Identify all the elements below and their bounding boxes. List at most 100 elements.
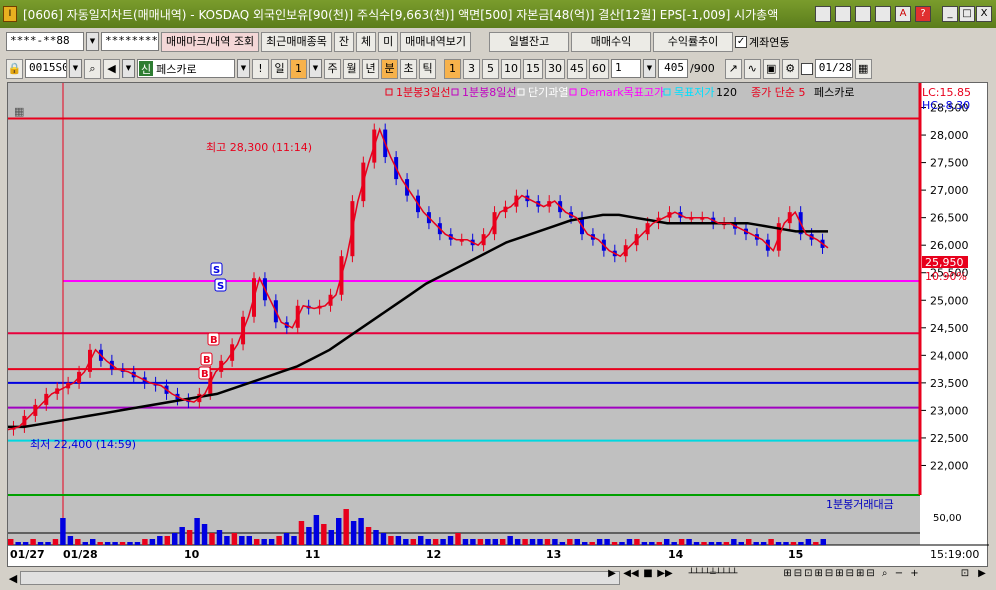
volume-bar (604, 539, 610, 545)
search-icon[interactable]: ⌕ (84, 58, 101, 79)
trade-profit-button[interactable]: 매매수익 (571, 31, 652, 52)
volume-bar (596, 539, 603, 545)
volume-bar (358, 518, 364, 545)
help-icon[interactable]: ? (915, 6, 931, 22)
toolbar-icon-2[interactable] (835, 6, 851, 22)
font-icon[interactable]: A (895, 6, 911, 22)
restore-view-icon[interactable]: ⊡ (958, 567, 972, 583)
account-link-checkbox[interactable]: ✓ 계좌연동 (735, 34, 790, 50)
speaker-dropdown-icon[interactable]: ▼ (122, 59, 135, 78)
y-tick-label: 24,000 (930, 349, 969, 362)
day-count-dropdown-icon[interactable]: ▼ (309, 59, 322, 78)
date-field[interactable]: 01/28 (814, 59, 853, 78)
trade-history-button[interactable]: 매매내역보기 (400, 31, 472, 52)
maximize-button[interactable]: □ (959, 6, 975, 22)
period-second[interactable]: 초 (400, 58, 417, 79)
volume-bar (395, 536, 402, 545)
interval-dropdown-icon[interactable]: ▼ (643, 59, 656, 78)
stop-button[interactable]: ■ (641, 567, 655, 583)
volume-bar (164, 536, 170, 545)
minute-15[interactable]: 15 (523, 58, 543, 79)
recent-trades-button[interactable]: 최근매매종목 (261, 31, 332, 52)
period-month[interactable]: 월 (343, 58, 360, 79)
unconcluded-button[interactable]: 미 (378, 31, 399, 52)
lock-icon[interactable]: 🔒 (6, 58, 23, 79)
return-trend-button[interactable]: 수익률추이 (653, 31, 734, 52)
x-tick-label: 01/28 (63, 548, 98, 561)
y-tick-label: 23,500 (930, 377, 969, 390)
scroll-left-icon[interactable]: ◀ (6, 572, 20, 585)
volume-bar (231, 533, 238, 545)
minute-3[interactable]: 3 (463, 58, 480, 79)
interval-count-field[interactable]: 1 (611, 59, 641, 78)
chart-tools-icon[interactable]: ↗ (724, 58, 742, 79)
volume-bar (529, 539, 536, 545)
minute-1[interactable]: 1 (444, 58, 461, 79)
minimize-button[interactable]: _ (942, 6, 958, 22)
volume-bar (104, 542, 111, 545)
save-icon[interactable]: ▣ (762, 58, 780, 79)
settings-icon[interactable]: ⚙ (781, 58, 799, 79)
toolbar-icon-1[interactable] (815, 6, 831, 22)
period-day-count[interactable]: 1 (290, 58, 307, 79)
volume-bar (350, 521, 357, 545)
close-button[interactable]: X (976, 6, 992, 22)
unchecked-box-icon[interactable] (800, 62, 813, 75)
stock-name-dropdown-icon[interactable]: ▼ (237, 59, 250, 78)
toolbar-icon-4[interactable] (875, 6, 891, 22)
balance-button[interactable]: 잔 (333, 31, 355, 52)
volume-bar (172, 533, 178, 545)
conclude-button[interactable]: 체 (356, 31, 377, 52)
period-year[interactable]: 년 (362, 58, 379, 79)
volume-bar (671, 542, 677, 545)
rewind-button[interactable]: ◀◀ (622, 567, 640, 583)
x-tick-label: 11 (305, 548, 320, 561)
period-tick[interactable]: 틱 (419, 58, 436, 79)
volume-bar (589, 542, 595, 545)
period-minute[interactable]: 분 (381, 58, 398, 79)
scroll-track[interactable] (20, 571, 620, 585)
price-chart[interactable]: 1분봉3일선 1분봉8일선 단기과열 Demark목표고가 목표저가 120 종가 단순 5… (7, 83, 989, 568)
volume-bar (306, 527, 312, 545)
alert-icon[interactable]: ! (252, 58, 269, 79)
daily-balance-button[interactable]: 일별잔고 (489, 31, 570, 52)
legend-item: 종가 단순 5 (751, 86, 805, 99)
volume-bar (462, 539, 469, 545)
volume-bar (194, 518, 200, 545)
toolbar-icon-3[interactable] (855, 6, 871, 22)
indicator-icon[interactable]: ∿ (743, 58, 761, 79)
date-checkbox[interactable] (800, 62, 813, 75)
period-week[interactable]: 주 (324, 58, 341, 79)
trade-mark-button[interactable]: 매매마크/내역 조회 (161, 31, 260, 52)
minute-45[interactable]: 45 (567, 58, 587, 79)
volume-bar (97, 542, 103, 545)
period-day[interactable]: 일 (271, 58, 288, 79)
volume-bar (15, 542, 21, 545)
zoom-slider[interactable]: ┴┴┴┴╧┴┴┴┴ (678, 567, 748, 583)
code-dropdown-icon[interactable]: ▼ (69, 59, 82, 78)
stock-code-field[interactable]: 0015S0 (25, 59, 67, 78)
password-field[interactable]: ********* (101, 32, 159, 51)
volume-bar (440, 539, 446, 545)
minute-5[interactable]: 5 (482, 58, 499, 79)
range-field[interactable]: 405 (658, 59, 688, 78)
account-field[interactable]: ****-**88 (6, 32, 84, 51)
chart-area[interactable]: 1분봉3일선 1분봉8일선 단기과열 Demark목표고가 목표저가 120 종가 단순 5… (7, 82, 989, 568)
account-dropdown-icon[interactable]: ▼ (86, 32, 99, 51)
play-button[interactable]: ▶ (605, 567, 619, 583)
grid-toggle-icon[interactable]: ▦ (14, 105, 24, 118)
calendar-icon[interactable]: ▦ (854, 58, 872, 79)
minute-60[interactable]: 60 (589, 58, 609, 79)
minute-30[interactable]: 30 (545, 58, 565, 79)
check-icon[interactable]: ✓ (735, 35, 748, 48)
volume-bar (157, 536, 163, 545)
volume-bar (522, 539, 528, 545)
speaker-icon[interactable]: ◀ (103, 58, 120, 79)
volume-bar (805, 539, 812, 545)
chart-tool-icons[interactable]: ⊞⊟⊡⊞⊟⊞⊟⊞⊟ ⌕ − + (752, 567, 952, 583)
minute-10[interactable]: 10 (501, 58, 521, 79)
volume-bar (119, 542, 126, 545)
forward-button[interactable]: ▶▶ (656, 567, 674, 583)
scroll-right-icon[interactable]: ▶ (975, 567, 989, 583)
stock-name-field[interactable]: 신 페스카로 (137, 59, 235, 78)
